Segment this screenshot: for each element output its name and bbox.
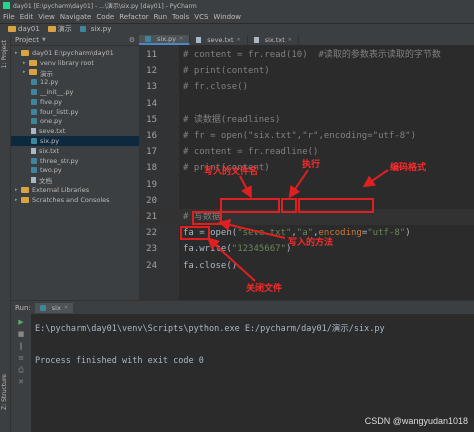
run-panel-header: Run: six ✕ <box>11 301 474 314</box>
console-line: Process finished with exit code 0 <box>35 356 204 366</box>
close-icon[interactable]: ✕ <box>64 305 68 311</box>
console-output[interactable]: E:\pycharm\day01\venv\Scripts\python.exe… <box>35 321 385 369</box>
arrow-encoding <box>362 169 389 188</box>
arrow-close-file <box>207 237 256 282</box>
watermark: CSDN @wangyudan1018 <box>364 416 468 426</box>
soft-wrap-icon[interactable]: ≡ <box>16 354 26 362</box>
pause-output-icon[interactable]: ‖ <box>16 342 26 350</box>
run-tab-six[interactable]: six ✕ <box>34 302 74 313</box>
arrow-write-method <box>218 219 286 239</box>
run-panel: Run: six ✕ ▶ ■ ‖ ≡ ⎙ ✕ E:\pycharm\day01\v… <box>11 300 474 432</box>
run-toolbar: ▶ ■ ‖ ≡ ⎙ ✕ <box>11 314 31 432</box>
console-line: E:\pycharm\day01\venv\Scripts\python.exe… <box>35 324 385 334</box>
arrow-filename <box>239 175 252 199</box>
stop-icon[interactable]: ■ <box>16 330 26 338</box>
print-icon[interactable]: ⎙ <box>16 366 26 374</box>
run-panel-label: Run: <box>15 303 31 312</box>
rerun-icon[interactable]: ▶ <box>16 318 26 326</box>
trash-icon[interactable]: ✕ <box>16 378 26 386</box>
arrow-execute <box>288 169 309 199</box>
python-file-icon <box>39 304 46 311</box>
